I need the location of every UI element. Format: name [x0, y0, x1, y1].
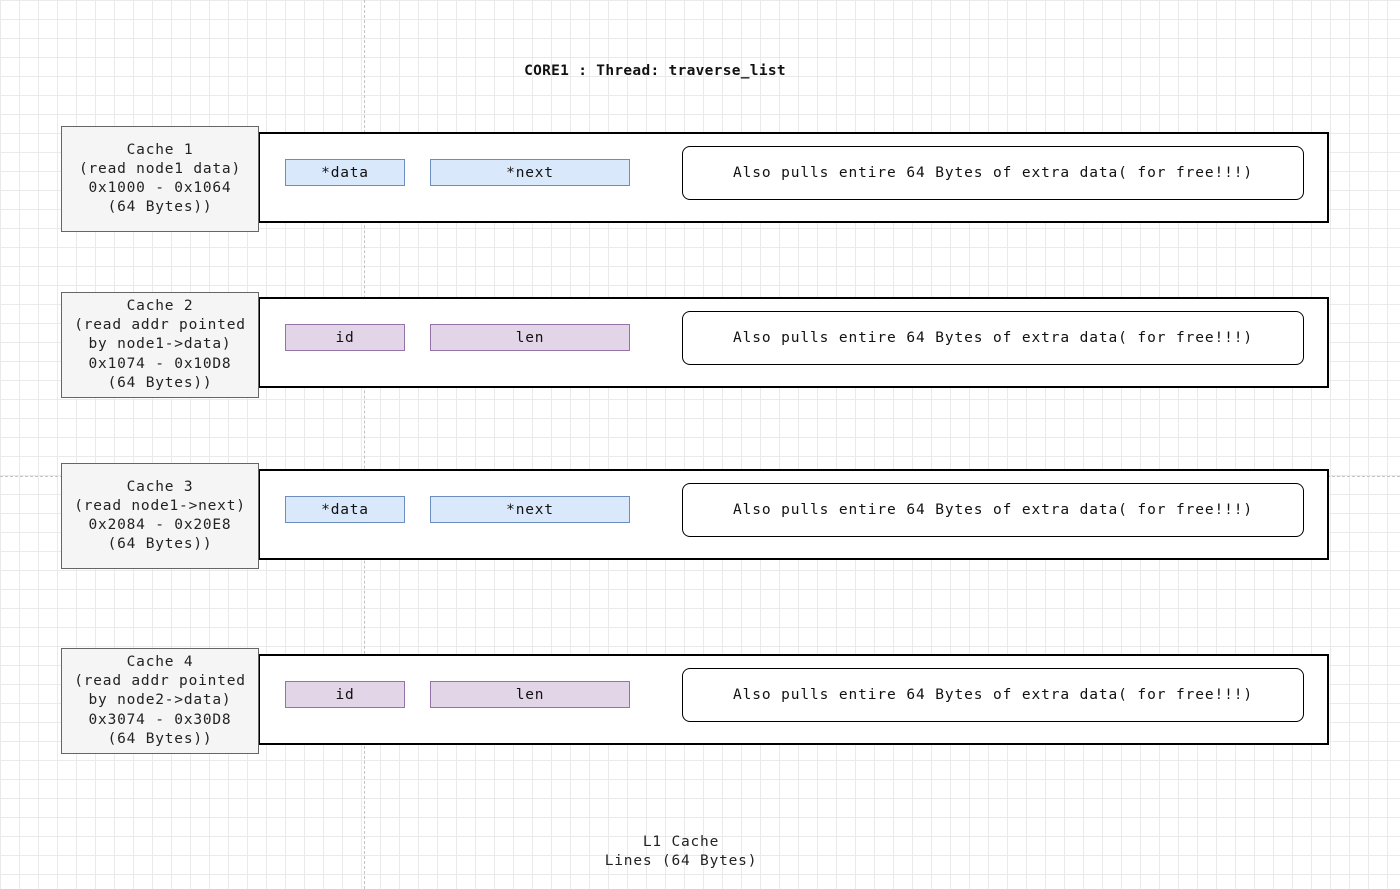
field-data-pointer: *data [285, 496, 405, 523]
footer-caption: L1 Cache Lines (64 Bytes) [0, 833, 1362, 871]
cache-label-line: by node2->data) [88, 692, 232, 709]
diagram-title: CORE1 : Thread: traverse_list [524, 63, 786, 79]
field-data-pointer: *data [285, 159, 405, 186]
cache-label-line: 0x2084 - 0x20E8 [88, 517, 232, 533]
cache-label-line: (read node1->next) [74, 497, 246, 514]
cache-label-line: (64 Bytes)) [107, 374, 213, 391]
field-id: id [285, 324, 405, 351]
extra-data-note: Also pulls entire 64 Bytes of extra data… [682, 668, 1304, 722]
cache-label-line: by node1->data) [88, 336, 232, 353]
extra-data-note: Also pulls entire 64 Bytes of extra data… [682, 311, 1304, 365]
cache-label-line: (64 Bytes)) [107, 199, 213, 216]
cache-label-line: Cache 2 [126, 297, 194, 314]
cache-label-line: 0x1000 - 0x1064 [88, 180, 232, 196]
cache-label-line: (read addr pointed [74, 317, 246, 334]
field-next-pointer: *next [430, 159, 630, 186]
cache-label-line: (read addr pointed [74, 673, 246, 690]
cache-label-line: 0x1074 - 0x10D8 [88, 355, 232, 372]
cache-label-line: (64 Bytes)) [107, 536, 213, 553]
field-len: len [430, 324, 630, 351]
field-id: id [285, 681, 405, 708]
footer-line-1: L1 Cache [642, 834, 720, 850]
cache-label-line: (read node1 data) [78, 160, 241, 177]
cache-label-3: Cache 3 (read node1->next) 0x2084 - 0x20… [61, 463, 259, 569]
cache-label-line: 0x3074 - 0x30D8 [88, 711, 232, 728]
cache-label-2: Cache 2 (read addr pointed by node1->dat… [61, 292, 259, 398]
footer-line-2: Lines (64 Bytes) [604, 853, 758, 870]
field-len: len [430, 681, 630, 708]
field-next-pointer: *next [430, 496, 630, 523]
cache-label-line: Cache 1 [126, 141, 194, 158]
cache-label-line: (64 Bytes)) [107, 730, 213, 747]
extra-data-note: Also pulls entire 64 Bytes of extra data… [682, 146, 1304, 200]
cache-label-line: Cache 4 [126, 653, 194, 670]
cache-label-line: Cache 3 [126, 478, 194, 495]
cache-label-1: Cache 1 (read node1 data) 0x1000 - 0x106… [61, 126, 259, 232]
cache-label-4: Cache 4 (read addr pointed by node2->dat… [61, 648, 259, 754]
extra-data-note: Also pulls entire 64 Bytes of extra data… [682, 483, 1304, 537]
